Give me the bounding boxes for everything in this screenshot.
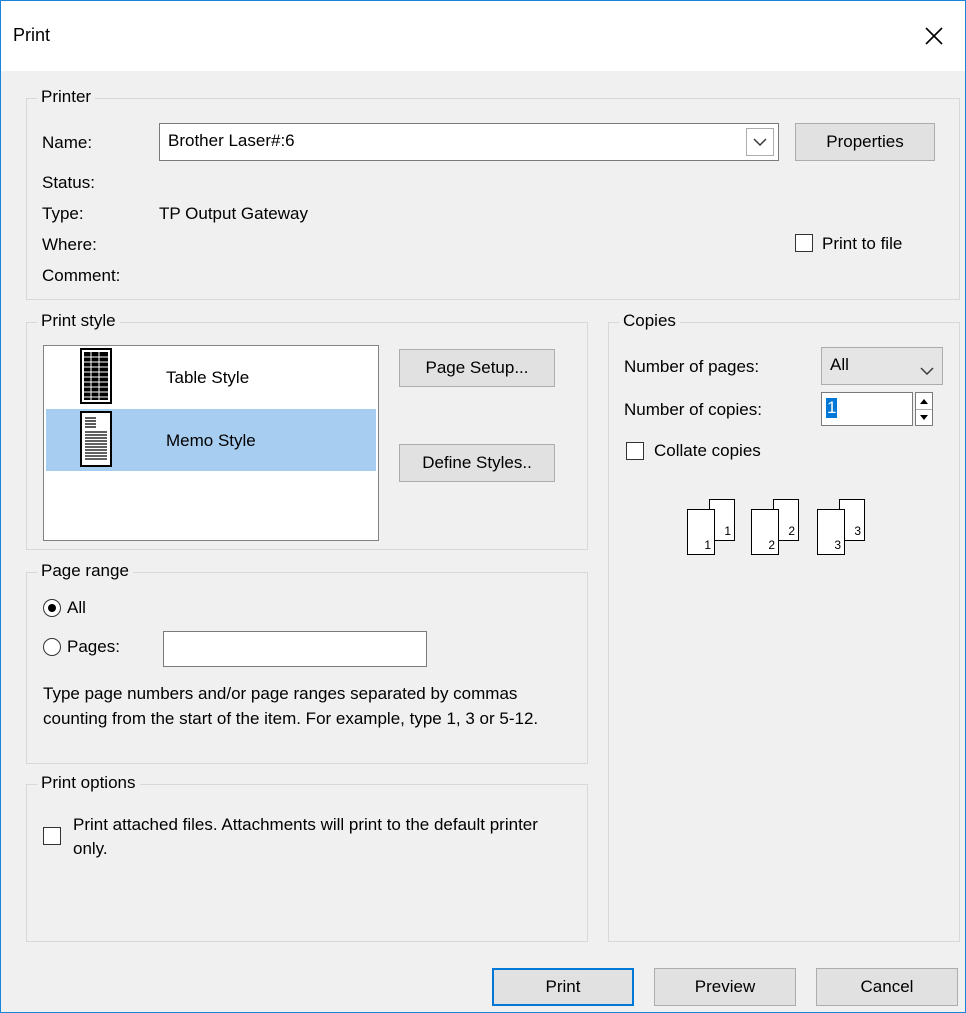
page-setup-button[interactable]: Page Setup... — [399, 349, 555, 387]
style-item-label: Table Style — [166, 368, 250, 387]
type-label: Type: — [42, 204, 84, 223]
print-style-group-label: Print style — [37, 311, 120, 331]
chevron-down-icon[interactable] — [746, 128, 774, 156]
style-item-label: Memo Style — [166, 431, 256, 450]
properties-button[interactable]: Properties — [795, 123, 935, 161]
number-of-copies-label: Number of copies: — [624, 400, 762, 419]
print-to-file-label[interactable]: Print to file — [822, 234, 902, 254]
style-item-table[interactable]: Table Style — [46, 346, 376, 408]
define-styles-button[interactable]: Define Styles.. — [399, 444, 555, 482]
stepper-down-icon[interactable] — [916, 409, 932, 425]
comment-label: Comment: — [42, 266, 121, 285]
collate-page-front: 3 — [817, 509, 845, 555]
collate-page-front: 1 — [687, 509, 715, 555]
page-range-group-label: Page range — [37, 561, 133, 581]
where-label: Where: — [42, 235, 97, 254]
print-dialog: Print Printer Name: Brother Laser#:6 Pro… — [0, 0, 966, 1013]
collate-copies-label[interactable]: Collate copies — [654, 441, 761, 461]
style-item-memo[interactable]: Memo Style — [46, 409, 376, 471]
collate-copies-checkbox[interactable] — [626, 442, 644, 460]
pages-radio[interactable] — [43, 638, 61, 656]
page-range-hint: Type page numbers and/or page ranges sep… — [43, 684, 539, 728]
number-of-copies-value: 1 — [826, 398, 838, 418]
stepper-up-icon[interactable] — [916, 393, 932, 410]
dialog-title: Print — [13, 25, 51, 45]
title-bar: Print — [1, 1, 965, 71]
copies-stepper[interactable] — [915, 392, 933, 426]
print-to-file-checkbox[interactable] — [795, 234, 813, 252]
printer-name-select[interactable]: Brother Laser#:6 — [159, 123, 779, 161]
print-attached-files-label[interactable]: Print attached files. Attachments will p… — [73, 813, 573, 861]
type-value: TP Output Gateway — [159, 204, 308, 223]
all-pages-radio[interactable] — [43, 599, 61, 617]
number-of-pages-select[interactable]: All — [821, 347, 943, 385]
printer-name-value: Brother Laser#:6 — [168, 131, 295, 150]
memo-style-icon — [80, 411, 112, 472]
name-label: Name: — [42, 133, 93, 152]
pages-label[interactable]: Pages: — [67, 637, 120, 657]
close-icon[interactable] — [917, 19, 951, 53]
all-pages-label[interactable]: All — [67, 598, 86, 618]
number-of-copies-input[interactable]: 1 — [821, 392, 913, 426]
preview-button[interactable]: Preview — [654, 968, 796, 1006]
collate-page-front: 2 — [751, 509, 779, 555]
print-options-group-label: Print options — [37, 773, 140, 793]
pages-input[interactable] — [163, 631, 427, 667]
print-button[interactable]: Print — [492, 968, 634, 1006]
table-style-icon — [80, 348, 112, 409]
page-range-group: Page range — [26, 561, 588, 764]
chevron-down-icon[interactable] — [920, 361, 934, 381]
collate-illustration: 1 1 2 2 3 3 — [687, 499, 887, 563]
print-options-group: Print options — [26, 773, 588, 942]
copies-group-label: Copies — [619, 311, 680, 331]
print-style-list[interactable]: Table Style Memo Style — [43, 345, 379, 541]
print-attached-files-checkbox[interactable] — [43, 827, 61, 845]
number-of-pages-label: Number of pages: — [624, 357, 760, 376]
cancel-button[interactable]: Cancel — [816, 968, 958, 1006]
number-of-pages-value: All — [830, 355, 849, 374]
printer-group-label: Printer — [37, 87, 96, 107]
status-label: Status: — [42, 173, 95, 192]
